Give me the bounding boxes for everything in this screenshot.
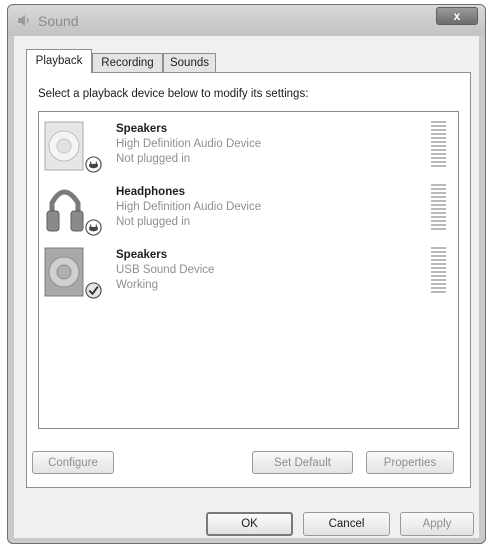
playback-tab-panel: Select a playback device below to modify… <box>26 72 471 488</box>
device-name: Speakers <box>116 249 168 261</box>
tab-label: Sounds <box>169 57 209 69</box>
device-status: Working <box>116 279 158 291</box>
device-status: Not plugged in <box>116 153 191 165</box>
device-name: Speakers <box>116 123 168 135</box>
cancel-button[interactable]: Cancel <box>303 512 390 536</box>
tab-sounds[interactable]: Sounds <box>163 53 216 73</box>
volume-level-meter <box>431 184 446 232</box>
configure-button[interactable]: Configure <box>32 451 114 474</box>
close-button[interactable]: x <box>436 7 478 25</box>
tab-recording[interactable]: Recording <box>92 53 163 73</box>
device-description: USB Sound Device <box>116 264 215 276</box>
close-icon: x <box>453 9 461 23</box>
device-item-speakers-hd[interactable]: Speakers High Definition Audio Device No… <box>39 116 458 178</box>
instruction-text: Select a playback device below to modify… <box>38 88 309 100</box>
device-status: Not plugged in <box>116 216 191 228</box>
checkmark-badge-icon <box>85 282 102 299</box>
device-list[interactable]: Speakers High Definition Audio Device No… <box>38 111 459 429</box>
unplugged-badge-icon <box>85 219 102 236</box>
window-title: Sound <box>38 13 79 29</box>
tab-label: Recording <box>101 57 154 69</box>
ok-button[interactable]: OK <box>206 512 293 536</box>
volume-level-meter <box>431 247 446 295</box>
properties-button[interactable]: Properties <box>366 451 454 474</box>
device-item-speakers-usb[interactable]: Speakers USB Sound Device Working <box>39 242 458 304</box>
speaker-icon <box>18 15 29 26</box>
unplugged-badge-icon <box>85 156 102 173</box>
tab-playback[interactable]: Playback <box>26 49 92 73</box>
device-item-headphones[interactable]: Headphones High Definition Audio Device … <box>39 179 458 241</box>
tab-label: Playback <box>35 55 83 67</box>
sound-dialog: Sound x Playback Recording Sounds Select… <box>7 4 486 544</box>
device-description: High Definition Audio Device <box>116 138 262 150</box>
device-name: Headphones <box>116 186 186 198</box>
set-default-button[interactable]: Set Default <box>252 451 353 474</box>
dialog-client-area: Playback Recording Sounds Select a playb… <box>14 36 479 538</box>
title-bar[interactable]: Sound x <box>8 5 485 36</box>
apply-button[interactable]: Apply <box>400 512 474 536</box>
volume-level-meter <box>431 121 446 169</box>
device-description: High Definition Audio Device <box>116 201 262 213</box>
